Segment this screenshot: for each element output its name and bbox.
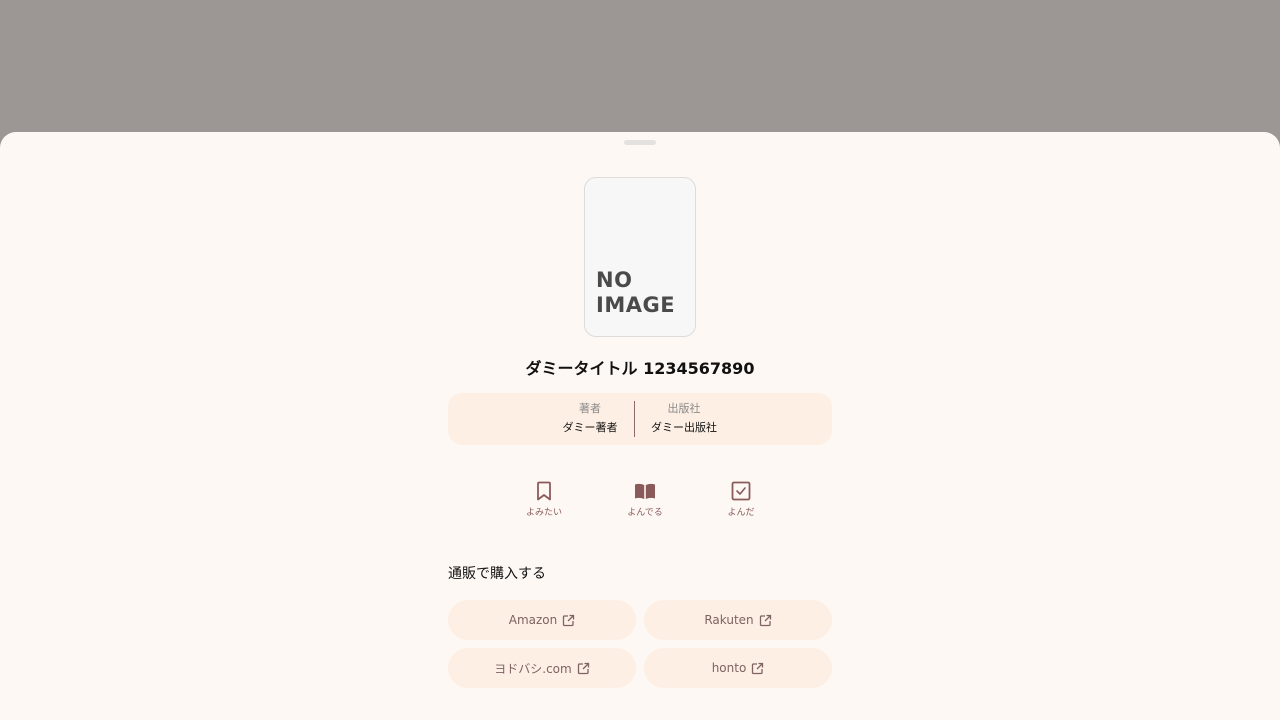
author-value: ダミー著者 — [562, 421, 618, 434]
meta-divider — [634, 401, 635, 437]
sheet-drag-handle[interactable] — [624, 140, 656, 145]
honto-link-button[interactable]: honto — [644, 648, 832, 688]
status-read-label: よんだ — [727, 508, 755, 518]
cover-text-line1: NO — [596, 268, 633, 292]
external-link-icon — [577, 662, 589, 674]
status-want-label: よみたい — [525, 508, 562, 518]
rakuten-link-button[interactable]: Rakuten — [644, 600, 832, 640]
publisher-label: 出版社 — [667, 402, 701, 415]
honto-label: honto — [711, 661, 747, 675]
publisher-value: ダミー出版社 — [651, 421, 717, 434]
checkbox-check-icon — [731, 481, 751, 501]
amazon-label: Amazon — [508, 613, 558, 627]
book-title: ダミータイトル 1234567890 — [525, 359, 755, 378]
status-reading-label: よんでる — [627, 508, 663, 518]
purchase-section-title: 通販で購入する — [448, 566, 546, 582]
rakuten-label: Rakuten — [704, 613, 754, 627]
external-link-icon — [563, 614, 575, 626]
book-cover-placeholder: NO IMAGE — [584, 177, 696, 337]
status-reading-button[interactable]: よんでる — [615, 480, 675, 518]
no-image-text: NO IMAGE — [596, 268, 675, 318]
cover-text-line2: IMAGE — [596, 293, 676, 317]
bottom-sheet: NO IMAGE ダミータイトル 1234567890 著者 ダミー著者 出版社… — [0, 132, 1280, 720]
book-meta-card: 著者 ダミー著者 出版社 ダミー出版社 — [448, 393, 832, 445]
publisher-info: 出版社 ダミー出版社 — [645, 401, 723, 439]
open-book-icon — [635, 483, 655, 499]
status-want-to-read-button[interactable]: よみたい — [514, 480, 574, 518]
status-read-button[interactable]: よんだ — [711, 480, 771, 518]
author-label: 著者 — [579, 402, 601, 415]
external-link-icon — [752, 662, 764, 674]
yodobashi-label: ヨドバシ.com — [494, 661, 572, 676]
amazon-link-button[interactable]: Amazon — [448, 600, 636, 640]
external-link-icon — [759, 614, 771, 626]
yodobashi-link-button[interactable]: ヨドバシ.com — [448, 648, 636, 688]
bookmark-icon — [537, 481, 551, 501]
author-info: 著者 ダミー著者 — [552, 401, 628, 439]
